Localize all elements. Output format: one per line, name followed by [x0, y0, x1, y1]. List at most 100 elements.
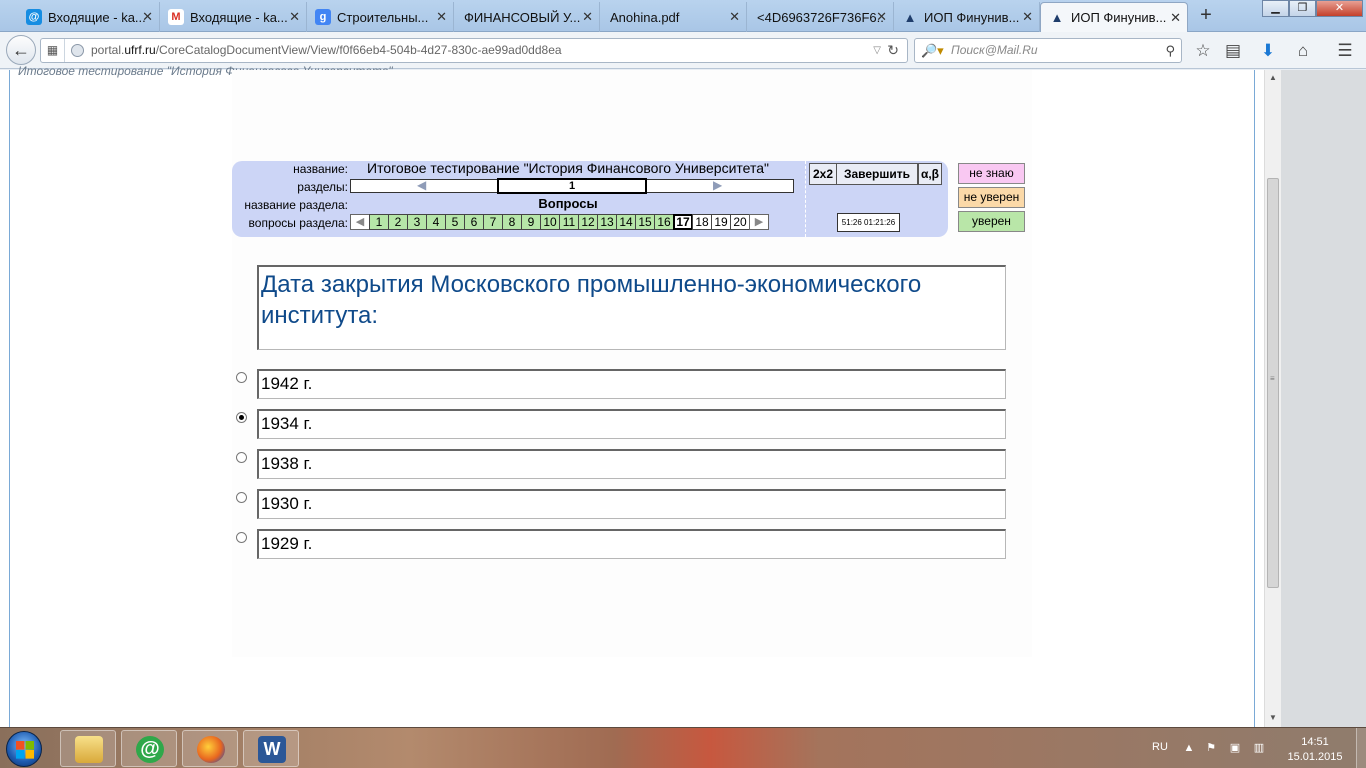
close-icon[interactable]: ✕ — [142, 9, 153, 25]
tray-device-icon[interactable]: ▣ — [1228, 741, 1242, 755]
clock[interactable]: 14:51 15.01.2015 — [1282, 735, 1348, 765]
question-button-10[interactable]: 10 — [540, 214, 560, 230]
network-icon[interactable]: ▥ — [1252, 741, 1266, 755]
tab-financial[interactable]: ФИНАНСОВЫЙ У... ✕ — [454, 2, 600, 32]
taskbar-word[interactable]: W — [243, 730, 299, 767]
tab-label: ИОП Финунив... — [924, 9, 1020, 25]
tab-label: Anohina.pdf — [610, 9, 680, 25]
question-button-14[interactable]: 14 — [616, 214, 636, 230]
maximize-button[interactable]: ❐ — [1289, 0, 1316, 17]
tab-pdf[interactable]: Anohina.pdf ✕ — [600, 2, 747, 32]
answer-text: 1938 г. — [261, 454, 313, 473]
tab-gmail-inbox[interactable]: M Входящие - ka... ✕ — [160, 2, 307, 32]
question-button-3[interactable]: 3 — [407, 214, 427, 230]
grid-2x2-button[interactable]: 2x2 — [809, 163, 837, 185]
graduation-cap-icon: ▲ — [1050, 10, 1064, 25]
tab-hex[interactable]: <4D6963726F736F6... ✕ — [747, 2, 894, 32]
back-button[interactable]: ← — [6, 35, 36, 65]
history-dropdown-icon[interactable]: ▽ — [873, 39, 881, 62]
prev-section-icon[interactable]: ◀ — [417, 178, 426, 192]
tray-flag-icon[interactable]: ⚑ — [1204, 741, 1218, 755]
tab-google-search[interactable]: g Строительны... ✕ — [307, 2, 454, 32]
question-button-5[interactable]: 5 — [445, 214, 465, 230]
next-section-icon[interactable]: ▶ — [713, 178, 722, 192]
vertical-scrollbar[interactable]: ▲ ≡ ▼ — [1264, 70, 1281, 727]
search-input[interactable]: Поиск@Mail.Ru — [951, 39, 1038, 62]
minimize-button[interactable]: ▁ — [1262, 0, 1289, 17]
question-button-16[interactable]: 16 — [654, 214, 674, 230]
answer-option-3[interactable]: 1938 г. — [257, 449, 1006, 479]
question-button-9[interactable]: 9 — [521, 214, 541, 230]
question-box: Дата закрытия Московского промышленно-эк… — [257, 265, 1006, 350]
question-button-20[interactable]: 20 — [730, 214, 750, 230]
dont-know-button[interactable]: не знаю — [958, 163, 1025, 184]
library-icon[interactable]: ▦ — [41, 39, 65, 62]
close-icon[interactable]: ✕ — [1170, 10, 1181, 26]
home-icon[interactable]: ⌂ — [1293, 41, 1313, 61]
question-button-13[interactable]: 13 — [597, 214, 617, 230]
alpha-beta-button[interactable]: α,β — [918, 163, 942, 185]
current-section[interactable]: 1 — [497, 178, 647, 194]
finish-button[interactable]: Завершить — [836, 163, 918, 185]
globe-icon[interactable] — [71, 44, 84, 57]
tab-mailru-inbox[interactable]: @ Входящие - ka... ✕ — [18, 2, 160, 32]
scroll-up-icon[interactable]: ▲ — [1265, 70, 1281, 86]
question-button-11[interactable]: 11 — [559, 214, 579, 230]
scroll-down-icon[interactable]: ▼ — [1265, 710, 1281, 726]
search-engine-icon[interactable]: 🔎▾ — [921, 39, 944, 62]
answer-radio-5[interactable] — [236, 532, 247, 543]
close-icon[interactable]: ✕ — [436, 9, 447, 25]
tray-expand-icon[interactable]: ▲ — [1182, 741, 1196, 755]
question-button-18[interactable]: 18 — [692, 214, 712, 230]
prev-question-icon[interactable]: ◀ — [350, 214, 370, 230]
answer-radio-3[interactable] — [236, 452, 247, 463]
taskbar-mail-agent[interactable]: @ — [121, 730, 177, 767]
new-tab-button[interactable]: + — [1196, 4, 1216, 26]
show-desktop-button[interactable] — [1356, 728, 1366, 768]
language-indicator[interactable]: RU — [1152, 741, 1168, 753]
question-button-19[interactable]: 19 — [711, 214, 731, 230]
close-icon[interactable]: ✕ — [582, 9, 593, 25]
question-button-2[interactable]: 2 — [388, 214, 408, 230]
answer-option-5[interactable]: 1929 г. — [257, 529, 1006, 559]
close-window-button[interactable]: ✕ — [1316, 0, 1363, 17]
question-button-15[interactable]: 15 — [635, 214, 655, 230]
taskbar-firefox[interactable] — [182, 730, 238, 767]
answer-radio-1[interactable] — [236, 372, 247, 383]
test-header-panel: название: разделы: название раздела: воп… — [232, 160, 948, 237]
close-icon[interactable]: ✕ — [289, 9, 300, 25]
question-button-7[interactable]: 7 — [483, 214, 503, 230]
question-button-12[interactable]: 12 — [578, 214, 598, 230]
reload-icon[interactable]: ↻ — [887, 39, 899, 62]
tab-label: ИОП Финунив... — [1071, 10, 1167, 25]
answer-radio-4[interactable] — [236, 492, 247, 503]
question-button-6[interactable]: 6 — [464, 214, 484, 230]
download-icon[interactable]: ⬇ — [1258, 41, 1278, 61]
taskbar-explorer[interactable] — [60, 730, 116, 767]
question-button-1[interactable]: 1 — [369, 214, 389, 230]
bookmarks-list-icon[interactable]: ▤ — [1223, 41, 1243, 61]
not-sure-button[interactable]: не уверен — [958, 187, 1025, 208]
answer-option-2[interactable]: 1934 г. — [257, 409, 1006, 439]
question-button-4[interactable]: 4 — [426, 214, 446, 230]
close-icon[interactable]: ✕ — [876, 9, 887, 25]
answer-option-4[interactable]: 1930 г. — [257, 489, 1006, 519]
answer-option-1[interactable]: 1942 г. — [257, 369, 1006, 399]
close-icon[interactable]: ✕ — [729, 9, 740, 25]
tab-iop-active[interactable]: ▲ ИОП Финунив... ✕ — [1040, 2, 1188, 32]
tab-iop-1[interactable]: ▲ ИОП Финунив... ✕ — [894, 2, 1040, 32]
start-button[interactable] — [6, 731, 42, 767]
question-button-8[interactable]: 8 — [502, 214, 522, 230]
answer-radio-2[interactable] — [236, 412, 247, 423]
menu-icon[interactable]: ☰ — [1335, 41, 1355, 61]
scrollbar-thumb[interactable]: ≡ — [1267, 178, 1279, 588]
tab-label: ФИНАНСОВЫЙ У... — [464, 9, 581, 25]
next-question-icon[interactable]: ▶ — [749, 214, 769, 230]
close-icon[interactable]: ✕ — [1022, 9, 1033, 25]
question-button-17[interactable]: 17 — [673, 214, 693, 230]
search-icon[interactable]: ⚲ — [1165, 39, 1175, 62]
address-bar[interactable]: ▦ portal.ufrf.ru/CoreCatalogDocumentView… — [40, 38, 908, 63]
search-box[interactable]: 🔎▾ Поиск@Mail.Ru ⚲ — [914, 38, 1182, 63]
sure-button[interactable]: уверен — [958, 211, 1025, 232]
bookmark-star-icon[interactable]: ☆ — [1193, 41, 1213, 61]
